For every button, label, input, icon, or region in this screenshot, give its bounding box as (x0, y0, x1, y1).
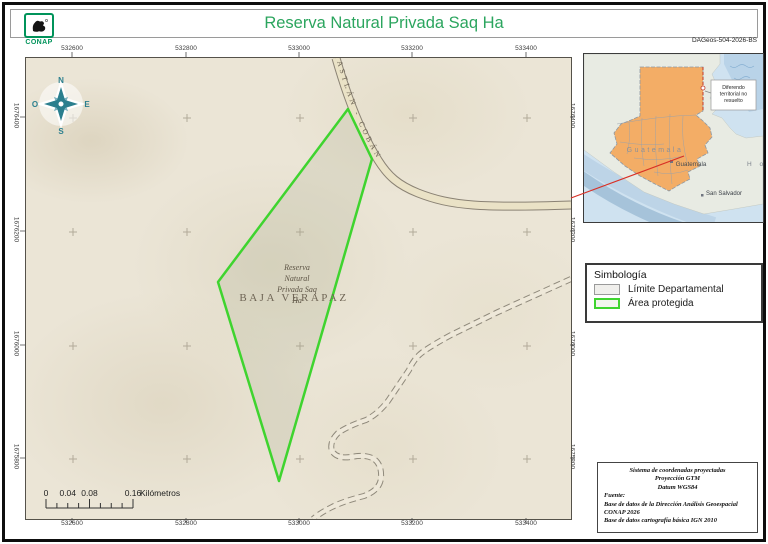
main-map: ASTLÁN - COBÁN Reserva Natural Privada S… (25, 57, 572, 520)
source-line: Base de datos de la Dirección Análisis G… (604, 500, 738, 508)
grid-x-label: 533000 (288, 45, 310, 52)
reserve-label-line: Natural (284, 274, 311, 283)
page-title: Reserva Natural Privada Saq Ha (264, 14, 504, 32)
legend-item-label: Área protegida (628, 298, 694, 309)
source-line: Base de datos cartografía básica IGN 201… (604, 517, 717, 525)
compass-rose: N E S O (32, 76, 90, 136)
main-map-canvas: ASTLÁN - COBÁN Reserva Natural Privada S… (32, 58, 571, 519)
scale-bar-ticks (45, 499, 134, 509)
datum-name: Datum WGS84 (657, 483, 698, 491)
grid-y-label: 1676000 (12, 330, 20, 357)
callout-text-line: territorial no (720, 92, 748, 98)
inset-canvas: Diferendo territorial no resuelto Guatem… (576, 53, 764, 238)
legend-title: Simbología (594, 269, 647, 281)
city-label: San Salvador (706, 191, 742, 197)
legend-item-label: Límite Departamental (628, 284, 724, 295)
grid-x-label: 532800 (175, 520, 197, 527)
disputed-border-marker (700, 85, 706, 91)
grid-y-label: 1676400 (12, 102, 20, 129)
legend-item-protected-area: Área protegida (594, 298, 761, 309)
compass-west-label: O (32, 100, 38, 109)
projection-info: Sistema de coordenadas proyectadas (629, 467, 726, 474)
trail-casing (311, 276, 571, 519)
grid-y-label: 1675800 (12, 443, 20, 470)
conap-logo-icon (24, 13, 54, 38)
callout-text-line: Diferendo (722, 85, 745, 91)
scale-tick-label: 0 (44, 488, 49, 498)
city-dot (701, 194, 704, 197)
conap-logo: CONAP (24, 13, 54, 46)
grid-x-label: 532800 (175, 45, 197, 52)
scale-bar: 0 0.04 0.08 0.16 Kilómetros (44, 488, 180, 509)
departmental-boundary-swatch (594, 284, 620, 295)
grid-x-label: 533200 (401, 45, 423, 52)
department-label: BAJA VERAPAZ (239, 292, 348, 304)
grid-y-label: 1676200 (12, 216, 20, 243)
capital-city-dot (670, 160, 673, 163)
scale-tick-label: 0.04 (59, 488, 76, 498)
inset-locator-map: Diferendo territorial no resuelto Guatem… (576, 53, 764, 238)
capital-city-label: Guatemala (676, 161, 707, 168)
scale-tick-label: 0.08 (81, 488, 98, 498)
map-sheet: Reserva Natural Privada Saq Ha CONAP DAG… (0, 0, 768, 544)
grid-x-label: 533200 (401, 520, 423, 527)
protected-area-swatch (594, 298, 620, 309)
legend-item-departmental: Límite Departamental (594, 284, 761, 295)
grid-x-label: 533400 (515, 45, 537, 52)
header-bar: Reserva Natural Privada Saq Ha (10, 9, 758, 38)
grid-x-label: 533000 (288, 520, 310, 527)
grid-x-label: 532600 (61, 520, 83, 527)
trail-fill (311, 277, 571, 519)
compass-south-label: S (58, 127, 64, 136)
road-fill (336, 58, 571, 206)
compass-east-label: E (84, 100, 90, 109)
credits-panel: Sistema de coordenadas proyectadas Proye… (597, 462, 758, 533)
country-label: Guatemala (627, 147, 684, 154)
document-code: DAGeos-504-2026-BS (691, 37, 757, 44)
callout-text-line: resuelto (724, 98, 743, 104)
road-casing (336, 58, 571, 206)
neighbor-country-label: H o (747, 161, 763, 168)
jaguar-icon (32, 19, 48, 32)
source-title: Fuente: (604, 492, 625, 500)
source-line: CONAP 2026 (604, 509, 640, 517)
reserve-label-line: Reserva (283, 263, 310, 272)
grid-x-label: 532600 (61, 45, 83, 52)
grid-x-label: 533400 (515, 520, 537, 527)
compass-north-label: N (58, 76, 64, 85)
legend-panel: Simbología Límite Departamental Área pro… (585, 263, 763, 323)
scale-unit-label: Kilómetros (140, 488, 180, 498)
projection-name: Proyección GTM (654, 475, 701, 483)
